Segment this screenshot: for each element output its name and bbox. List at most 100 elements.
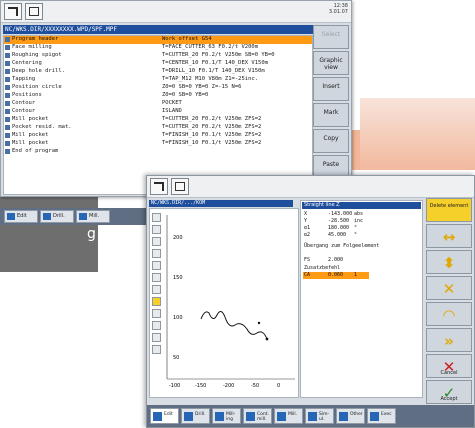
back-button[interactable] bbox=[4, 3, 22, 20]
list-item[interactable]: Mill pocket T=CUTTER_20 F0.2/t V250m ZFS=… bbox=[4, 116, 312, 124]
parameter-panel-title: Straight line Z bbox=[302, 202, 421, 209]
step-icon bbox=[5, 101, 10, 106]
back-button[interactable] bbox=[150, 178, 168, 195]
machine-button[interactable] bbox=[171, 178, 189, 195]
step-icon bbox=[5, 85, 10, 90]
execute-hsoftkey[interactable]: Exec bbox=[367, 408, 396, 424]
clock: 12:38 3.01.07 bbox=[328, 3, 348, 15]
step-icon bbox=[5, 45, 10, 50]
list-item[interactable]: Position circle Z0=0 SB=0 YB=0 Z=-15 N=6 bbox=[4, 84, 312, 92]
x-tick-label: 0 bbox=[277, 383, 280, 389]
param-row[interactable]: Y -28.500 inc bbox=[304, 218, 363, 225]
step-icon bbox=[5, 93, 10, 98]
contour-mill-hsoftkey[interactable]: Cont. mill. bbox=[243, 408, 272, 424]
cancel-softkey[interactable]: ✕ Cancel bbox=[426, 354, 472, 378]
step-icon bbox=[5, 133, 10, 138]
milling-icon bbox=[215, 412, 224, 421]
machine-button[interactable] bbox=[25, 3, 43, 20]
list-item[interactable]: Tapping T=TAP_M12 M10 V80m Z1=-25inc. bbox=[4, 76, 312, 84]
list-item[interactable]: Mill pocket T=FINISH_10 F0.1/t V250m ZFS=… bbox=[4, 132, 312, 140]
drill-hsoftkey[interactable]: Drill. bbox=[40, 210, 74, 223]
contour-line bbox=[200, 311, 268, 340]
window-toolbar bbox=[147, 176, 474, 198]
drill-hsoftkey[interactable]: Drill. bbox=[181, 408, 210, 424]
window-toolbar: 12:38 3.01.07 bbox=[1, 1, 351, 23]
param-row[interactable]: α2 45.000 ° bbox=[304, 232, 357, 239]
list-item[interactable]: Contour ISLAND bbox=[4, 108, 312, 116]
background-accent bbox=[360, 98, 475, 170]
list-item[interactable]: Deep hole drill. T=DRILL_10 F0.1/T 140_DE… bbox=[4, 68, 312, 76]
diagonal-cross-icon: ✕ bbox=[442, 280, 456, 298]
param-row[interactable]: CA 0.060 1 bbox=[304, 272, 357, 279]
edit-hsoftkey[interactable]: Edit bbox=[150, 408, 179, 424]
graphic-view-softkey[interactable]: Graphic view bbox=[313, 51, 349, 75]
vertical-line-softkey[interactable]: ⬍ bbox=[426, 250, 472, 274]
delete-element-softkey[interactable]: Delete element bbox=[426, 198, 472, 222]
fast-forward-icon: » bbox=[444, 332, 454, 350]
list-item[interactable]: Contour POCKET bbox=[4, 100, 312, 108]
milling-hsoftkey[interactable]: Mill- ing bbox=[212, 408, 241, 424]
list-item[interactable]: End of program bbox=[4, 148, 312, 156]
copy-softkey[interactable]: Copy bbox=[313, 129, 349, 153]
program-path: NC/WKS.DIR/XXXXXXXX.WPD/SPF.MPF bbox=[3, 25, 313, 34]
param-row[interactable]: X -143.000 abs bbox=[304, 211, 363, 218]
param-section-label: Zusatzbefehl bbox=[304, 265, 341, 271]
mill-icon bbox=[79, 213, 87, 220]
param-row[interactable]: α1 180.000 ° bbox=[304, 225, 357, 232]
mark-softkey[interactable]: Mark bbox=[313, 103, 349, 127]
mill-hsoftkey[interactable]: Mill. bbox=[274, 408, 303, 424]
list-item[interactable]: Roughing spigot T=CUTTER_20 F0.2/t V250m … bbox=[4, 52, 312, 60]
other-hsoftkey[interactable]: Other bbox=[336, 408, 365, 424]
x-tick-label: -200 bbox=[223, 383, 234, 389]
list-item[interactable]: Program header Work offset G54 bbox=[4, 36, 312, 44]
program-step-list: Program header Work offset G54 Face milli… bbox=[3, 35, 313, 195]
program-editor-window: 12:38 3.01.07 NC/WKS.DIR/XXXXXXXX.WPD/SP… bbox=[0, 0, 352, 197]
element-icon[interactable] bbox=[152, 321, 161, 330]
return-arrow-icon bbox=[8, 7, 18, 16]
contour-point bbox=[257, 321, 261, 325]
insert-softkey[interactable]: Insert bbox=[313, 77, 349, 101]
element-icon[interactable] bbox=[152, 237, 161, 246]
mill-hsoftkey[interactable]: Mill. bbox=[76, 210, 110, 223]
element-icon[interactable] bbox=[152, 249, 161, 258]
list-item[interactable]: Mill pocket T=FINISH_10 F0.1/t V250m ZFS=… bbox=[4, 140, 312, 148]
step-icon bbox=[5, 69, 10, 74]
accept-softkey[interactable]: ✓ Accept bbox=[426, 380, 472, 404]
element-icon[interactable] bbox=[152, 309, 161, 318]
y-tick-label: 100 bbox=[173, 315, 183, 321]
element-icon[interactable] bbox=[152, 345, 161, 354]
select-softkey[interactable]: Select bbox=[313, 25, 349, 49]
contour-end-point bbox=[265, 337, 269, 341]
step-icon bbox=[5, 109, 10, 114]
param-row[interactable]: FS 2.000 bbox=[304, 257, 343, 264]
list-item[interactable]: Centering T=CENTER_10 F0.1/T 140_DEX V150… bbox=[4, 60, 312, 68]
double-arrow-softkey[interactable]: ↔ bbox=[426, 224, 472, 248]
back-horizontal-softkey-bar: Edit Drill. Mill. bbox=[0, 208, 150, 225]
edit-icon bbox=[153, 412, 162, 421]
y-tick-label: 50 bbox=[173, 355, 179, 361]
machine-icon bbox=[29, 7, 39, 16]
vertical-line-icon: ⬍ bbox=[442, 254, 456, 272]
contour-mill-icon bbox=[246, 412, 255, 421]
element-icon[interactable] bbox=[152, 213, 161, 222]
contour-graphic: 200 150 100 50 -100 -150 -200 -50 0 bbox=[149, 208, 299, 398]
element-icon[interactable] bbox=[152, 297, 161, 306]
mill-icon bbox=[277, 412, 286, 421]
element-icon[interactable] bbox=[152, 261, 161, 270]
element-icon[interactable] bbox=[152, 273, 161, 282]
edit-hsoftkey[interactable]: Edit bbox=[4, 210, 38, 223]
y-tick-label: 200 bbox=[173, 235, 183, 241]
element-icon[interactable] bbox=[152, 225, 161, 234]
diagonal-line-softkey[interactable]: ✕ bbox=[426, 276, 472, 300]
step-icon bbox=[5, 61, 10, 66]
next-softkey[interactable]: » bbox=[426, 328, 472, 352]
arc-softkey[interactable]: ◠ bbox=[426, 302, 472, 326]
list-item[interactable]: Positions Z0=0 SB=0 YB=0 bbox=[4, 92, 312, 100]
simulation-hsoftkey[interactable]: Sim- ul. bbox=[305, 408, 334, 424]
step-icon bbox=[5, 125, 10, 130]
element-icon[interactable] bbox=[152, 333, 161, 342]
list-item[interactable]: Pocket resid. mat. T=CUTTER_20 F0.2/t V25… bbox=[4, 124, 312, 132]
element-icon[interactable] bbox=[152, 285, 161, 294]
other-icon bbox=[339, 412, 348, 421]
list-item[interactable]: Face milling T=FACE_CUTTER_63 F0.2/t V200… bbox=[4, 44, 312, 52]
